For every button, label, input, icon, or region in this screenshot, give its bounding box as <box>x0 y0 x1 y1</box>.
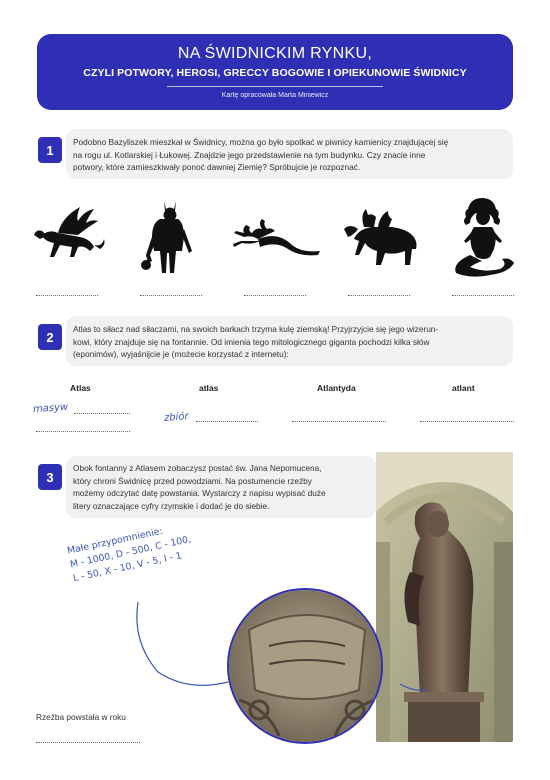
answer-label: Rzeźba powstała w roku <box>36 712 126 722</box>
task-3-box: Obok fontanny z Atlasem zobaczysz postać… <box>66 456 376 518</box>
answer-line[interactable] <box>196 421 258 422</box>
answer-line[interactable] <box>244 295 306 296</box>
task-2-line: Atlas to siłacz nad siłaczami, na swoich… <box>73 324 439 334</box>
task-3-line: Obok fontanny z Atlasem zobaczysz postać… <box>73 463 322 473</box>
minotaur-silhouette <box>141 201 192 273</box>
title-divider <box>167 86 383 87</box>
answer-line[interactable] <box>140 295 202 296</box>
task-2-line: (eponimów), wyjaśnijcie je (możecie korz… <box>73 349 289 359</box>
word-atlas-cap: Atlas <box>70 383 91 393</box>
task-3-line: możemy odczytać datę powstania. Wystarcz… <box>73 488 326 498</box>
task-2-number: 2 <box>38 324 62 350</box>
page-title: NA ŚWIDNICKIM RYNKU, <box>177 45 373 62</box>
task-3-text: Obok fontanny z Atlasem zobaczysz postać… <box>73 462 373 512</box>
task-1-box: Podobno Bazyliszek mieszkał w Świdnicy, … <box>66 129 513 179</box>
medusa-silhouette <box>455 198 514 277</box>
task-3-line: który chroni Świdnicę przed powodziami. … <box>73 475 312 486</box>
monster-figures <box>28 195 523 285</box>
task-1-line: potwory, które zamieszkiwały ponoć dawni… <box>73 162 361 172</box>
task-1-line: na rogu ul. Kotlarskiej i Łukowej. Znajd… <box>73 149 426 160</box>
page-subtitle: CZYLI POTWORY, HEROSI, GRECCY BOGOWIE I … <box>83 67 467 79</box>
answer-line[interactable] <box>292 421 386 422</box>
task-3-line: litery oznaczające cyfry rzymskie i doda… <box>73 500 270 511</box>
word-atlantyda: Atlantyda <box>317 383 356 393</box>
handwritten-answer-1: masyw <box>32 401 69 416</box>
task-1-number: 1 <box>38 137 62 163</box>
word-atlas: atlas <box>199 383 219 393</box>
answer-line[interactable] <box>452 295 514 296</box>
hydra-silhouette <box>233 219 320 256</box>
word-atlant: atlant <box>452 383 475 393</box>
roman-numerals-note: Małe przypomnienie: M - 1000, D - 500, C… <box>66 519 195 586</box>
griffin-silhouette <box>34 207 105 257</box>
chimera-silhouette <box>344 209 417 265</box>
pedestal-inscription-photo <box>227 588 383 744</box>
task-2-line: kowi, który znajduje się na fontannie. O… <box>73 336 430 347</box>
author-credit: Kartę opracowała Marta Miniewicz <box>221 92 329 99</box>
answer-line[interactable] <box>36 295 98 296</box>
task-2-text: Atlas to siłacz nad siłaczami, na swoich… <box>73 323 513 361</box>
answer-line[interactable] <box>36 742 140 743</box>
answer-line[interactable] <box>36 431 130 432</box>
answer-line[interactable] <box>74 413 130 414</box>
task-2-box: Atlas to siłacz nad siłaczami, na swoich… <box>66 316 513 366</box>
task-1-line: Podobno Bazyliszek mieszkał w Świdnicy, … <box>73 137 449 147</box>
answer-line[interactable] <box>420 421 514 422</box>
handwritten-answer-2: zbiór <box>163 411 189 424</box>
task-3-number: 3 <box>38 464 62 490</box>
answer-line[interactable] <box>348 295 410 296</box>
title-banner: NA ŚWIDNICKIM RYNKU, CZYLI POTWORY, HERO… <box>37 34 513 110</box>
task-1-text: Podobno Bazyliszek mieszkał w Świdnicy, … <box>73 136 513 174</box>
